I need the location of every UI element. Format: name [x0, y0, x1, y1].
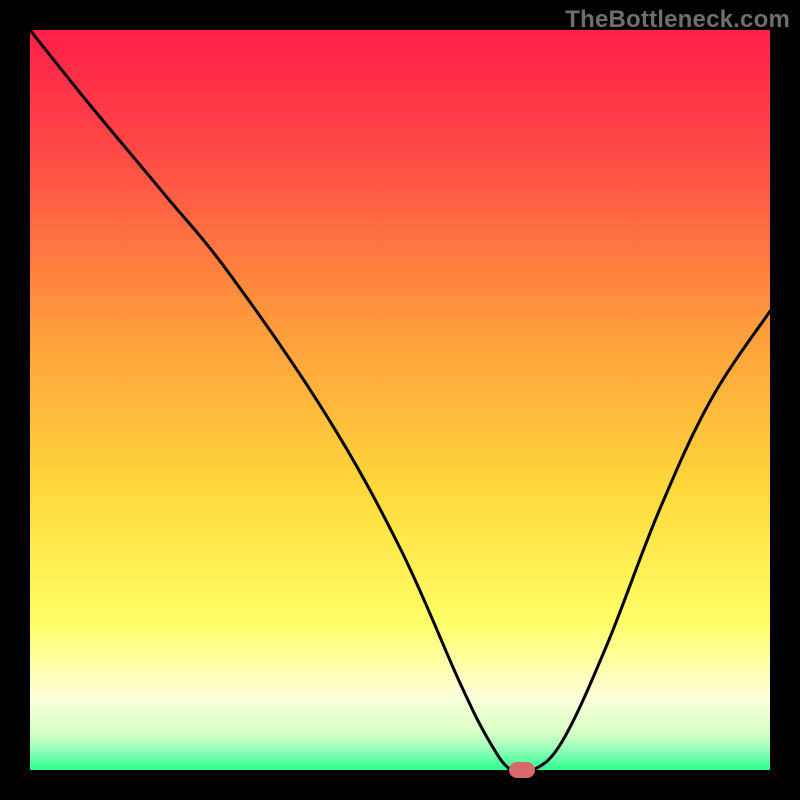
chart-container: TheBottleneck.com [0, 0, 800, 800]
gradient-background [30, 30, 770, 770]
optimal-marker-icon [509, 762, 535, 778]
plot-svg [30, 30, 770, 770]
plot-area [30, 30, 770, 770]
